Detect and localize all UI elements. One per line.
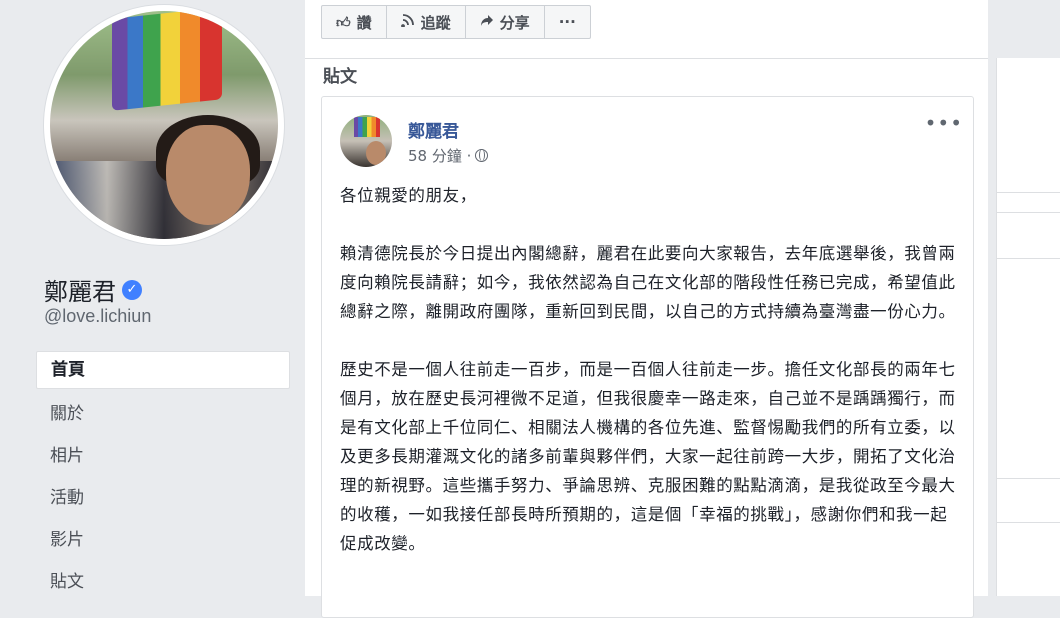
profile-name-row: 鄭麗君 ✓ [44,272,142,307]
profile-name[interactable]: 鄭麗君 [44,272,116,307]
more-dots-icon: ··· [558,13,576,31]
verified-badge-icon: ✓ [122,279,142,300]
right-column [988,0,1060,596]
thumbs-up-icon: 👍︎ [336,14,351,31]
nav-item-home[interactable]: 首頁 [36,351,290,389]
share-label: 分享 [499,13,530,32]
divider [305,58,988,59]
post-paragraph: 歷史不是一個人往前走一百步，而是一百個人往前走一步。擔任文化部長的兩年七個月，放… [340,360,956,553]
like-button[interactable]: 👍︎ 讚 [321,5,387,39]
sidebar-divider [996,212,1060,213]
wifi-follow-icon [400,13,415,31]
nav-item-about[interactable]: 關於 [36,393,290,435]
sidebar-divider [996,258,1060,259]
nav-item-videos[interactable]: 影片 [36,519,290,561]
post-body: 各位親愛的朋友， 賴清德院長於今日提出內閣總辭，麗君在此要向大家報告，去年底選舉… [340,181,960,587]
sidebar-panel [996,58,1060,596]
nav-item-photos[interactable]: 相片 [36,435,290,477]
post-paragraph: 賴清德院長於今日提出內閣總辭，麗君在此要向大家報告，去年底選舉後，我曾兩度向賴院… [340,244,956,321]
post-author-link[interactable]: 鄭麗君 [408,117,459,142]
rainbow-flag-image [112,11,222,111]
left-column: 鄭麗君 ✓ @love.lichiun 首頁 關於 相片 活動 影片 貼文 [0,0,305,596]
page-nav: 首頁 關於 相片 活動 影片 貼文 [36,351,290,603]
nav-item-events[interactable]: 活動 [36,477,290,519]
more-actions-button[interactable]: ··· [543,5,591,39]
follow-button[interactable]: 追蹤 [385,5,466,39]
post-avatar[interactable] [340,115,392,167]
profile-handle[interactable]: @love.lichiun [44,306,151,327]
share-button[interactable]: 分享 [464,5,545,39]
face-image [166,125,250,225]
follow-label: 追蹤 [420,13,451,32]
nav-item-posts[interactable]: 貼文 [36,561,290,603]
globe-icon [475,149,489,162]
avatar-flag-image [354,117,380,137]
avatar-face-image [366,141,386,165]
post-card: 鄭麗君 58 分鐘 · ••• 各位親愛的朋友， 賴清德院長於今日提出內閣總辭，… [321,96,974,618]
post-meta: 58 分鐘 · [408,145,489,166]
post-timestamp[interactable]: 58 分鐘 · [408,145,471,166]
like-label: 讚 [356,13,372,32]
profile-photo [50,11,278,239]
post-options-icon[interactable]: ••• [925,111,963,135]
post-paragraph: 各位親愛的朋友， [340,186,477,205]
sidebar-divider [996,478,1060,479]
share-arrow-icon [480,13,494,31]
sidebar-divider [996,522,1060,523]
page-action-bar: 👍︎ 讚 追蹤 分享 ··· [321,5,591,39]
section-title: 貼文 [323,67,357,87]
profile-picture[interactable] [44,5,284,245]
main-column: 👍︎ 讚 追蹤 分享 ··· 貼文 鄭麗君 58 分鐘 · ••• 各位親愛的朋… [305,0,988,618]
sidebar-divider [996,192,1060,193]
